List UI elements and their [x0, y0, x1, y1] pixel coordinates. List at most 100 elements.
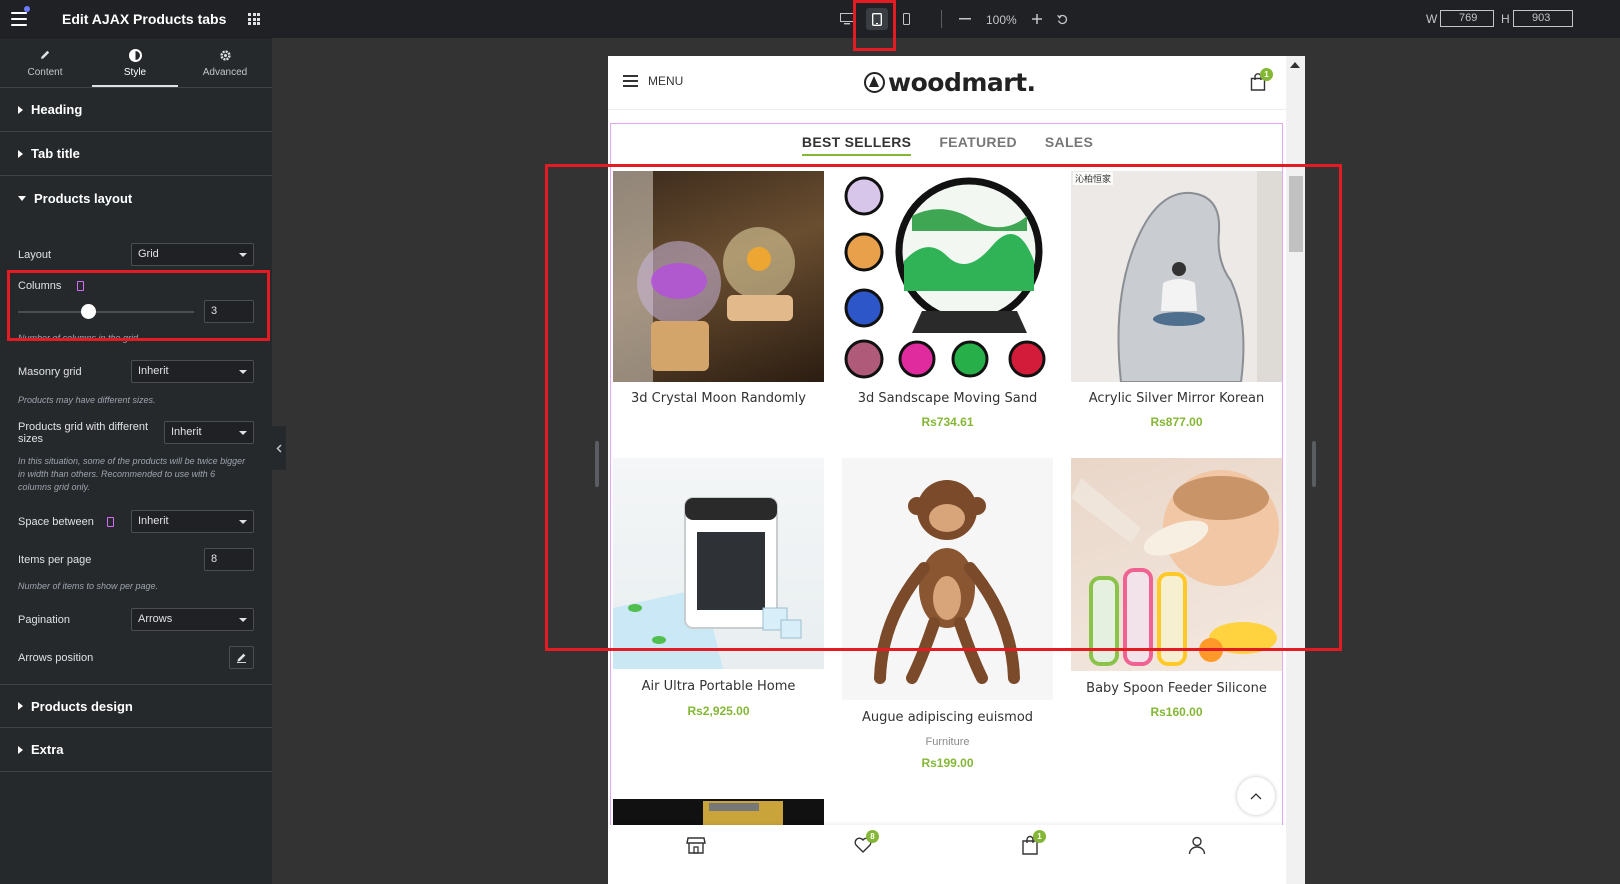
heart-icon[interactable]: 8: [853, 830, 879, 855]
product-name[interactable]: 3d Crystal Moon Randomly: [613, 391, 824, 406]
responsive-toolbar: 100% W 769 H 903: [272, 0, 1620, 38]
masonry-select[interactable]: Inherit: [131, 360, 254, 383]
zoom-out-icon[interactable]: [959, 10, 971, 28]
menu-icon[interactable]: [11, 12, 27, 26]
cart-count-badge: 1: [1260, 68, 1273, 81]
user-icon[interactable]: [1187, 835, 1207, 855]
tab-best-sellers[interactable]: BEST SELLERS: [801, 134, 912, 156]
tree-logo-icon: [864, 72, 885, 93]
columns-slider-handle[interactable]: [80, 304, 96, 319]
resize-handle-right[interactable]: [1312, 441, 1316, 487]
tab-featured[interactable]: FEATURED: [939, 134, 1017, 156]
product-price: Rs734.61: [921, 415, 974, 429]
caret-down-icon: [18, 195, 26, 201]
panel-title: Edit AJAX Products tabs: [62, 11, 227, 27]
tab-sales[interactable]: SALES: [1045, 134, 1093, 156]
tab-advanced[interactable]: Advanced: [180, 38, 270, 87]
product-image[interactable]: [842, 171, 1053, 382]
product-price: Rs877.00: [1150, 415, 1203, 429]
panel-header: Edit AJAX Products tabs: [0, 0, 272, 38]
items-per-page-help: Number of items to show per page.: [18, 581, 159, 591]
section-products-layout-label: Products layout: [34, 190, 133, 206]
mobile-bottom-toolbar: 8 1: [608, 825, 1286, 884]
section-tab-title-label: Tab title: [31, 146, 80, 161]
section-heading[interactable]: Heading: [0, 88, 272, 132]
scroll-up-arrow-icon[interactable]: [1290, 62, 1300, 68]
notification-dot: [24, 6, 30, 12]
space-between-select[interactable]: Inherit: [131, 510, 254, 533]
product-category[interactable]: Furniture: [842, 736, 1053, 748]
product-name[interactable]: 3d Sandscape Moving Sand: [842, 391, 1053, 406]
responsive-tablet-icon[interactable]: [107, 517, 114, 527]
space-between-label: Space between: [18, 516, 94, 528]
tab-content-label: Content: [27, 67, 63, 78]
items-per-page-input[interactable]: 8: [204, 548, 254, 571]
header-cart[interactable]: 1: [1250, 68, 1273, 91]
caret-right-icon: [18, 105, 23, 114]
diff-sizes-select[interactable]: Inherit: [164, 421, 254, 444]
product-price: Rs160.00: [1150, 705, 1203, 719]
product-name[interactable]: Acrylic Silver Mirror Korean: [1071, 391, 1282, 406]
cart-icon[interactable]: 1: [1020, 830, 1046, 855]
columns-slider-track[interactable]: [18, 311, 194, 313]
section-tab-title[interactable]: Tab title: [0, 132, 272, 176]
width-input[interactable]: 769: [1440, 10, 1494, 27]
zoom-in-icon[interactable]: [1032, 10, 1042, 28]
arrows-position-label: Arrows position: [18, 652, 94, 664]
responsive-tablet-icon[interactable]: [77, 281, 84, 291]
height-input[interactable]: 903: [1513, 10, 1573, 27]
pagination-label: Pagination: [18, 614, 70, 626]
columns-input[interactable]: 3: [204, 300, 254, 323]
mobile-menu-button[interactable]: MENU: [623, 74, 683, 88]
product-image[interactable]: [613, 458, 824, 669]
products-tabs: BEST SELLERS FEATURED SALES: [611, 134, 1284, 156]
masonry-help: Products may have different sizes.: [18, 395, 156, 405]
logo-text: woodmart.: [888, 68, 1036, 97]
scroll-to-top-button[interactable]: [1237, 777, 1275, 815]
image-watermark: 沁柏恒家: [1073, 172, 1114, 185]
product-image[interactable]: [842, 458, 1053, 700]
editor-panel: Edit AJAX Products tabs Content Style Ad…: [0, 0, 272, 884]
tablet-icon[interactable]: [866, 8, 888, 30]
wishlist-count-badge: 8: [866, 830, 879, 843]
columns-help: Number of columns in the grid.: [18, 333, 141, 343]
caret-right-icon: [18, 745, 23, 754]
section-extra-label: Extra: [31, 742, 64, 757]
product-name[interactable]: Air Ultra Portable Home: [613, 679, 824, 694]
width-label: W: [1426, 12, 1438, 26]
columns-label: Columns: [18, 280, 62, 292]
mobile-icon[interactable]: [901, 10, 911, 28]
diff-sizes-help: In this situation, some of the products …: [18, 456, 246, 492]
product-image[interactable]: [613, 171, 824, 382]
product-price: Rs199.00: [921, 756, 974, 770]
product-image[interactable]: [1071, 458, 1282, 671]
masonry-label: Masonry grid: [18, 366, 82, 378]
reset-zoom-icon[interactable]: [1057, 10, 1068, 28]
layout-select[interactable]: Grid: [131, 243, 254, 266]
pagination-select[interactable]: Arrows: [131, 608, 254, 631]
items-per-page-label: Items per page: [18, 554, 92, 566]
shop-icon[interactable]: [686, 835, 706, 855]
product-name[interactable]: Baby Spoon Feeder Silicone: [1071, 681, 1282, 696]
section-products-layout[interactable]: Products layout: [0, 176, 272, 220]
preview-frame: MENU woodmart. 1 BEST SELLERS FEATURED S…: [608, 56, 1305, 884]
product-name[interactable]: Augue adipiscing euismod: [842, 710, 1053, 725]
tab-style[interactable]: Style: [90, 38, 180, 87]
widgets-grid-icon[interactable]: [248, 13, 260, 25]
resize-handle-left[interactable]: [595, 441, 599, 487]
menu-icon: [623, 75, 638, 87]
product-image[interactable]: 沁柏恒家: [1071, 171, 1282, 382]
scrollbar-thumb[interactable]: [1289, 176, 1303, 252]
panel-collapse-button[interactable]: [272, 426, 286, 470]
products-tabs-widget: BEST SELLERS FEATURED SALES 3d Crystal M…: [610, 123, 1283, 884]
diff-sizes-label: Products grid with different sizes: [18, 421, 149, 445]
cart-count-badge: 1: [1033, 830, 1046, 843]
site-logo[interactable]: woodmart.: [864, 68, 1036, 97]
section-products-design[interactable]: Products design: [0, 684, 272, 728]
desktop-icon[interactable]: [840, 10, 854, 28]
zoom-level: 100%: [986, 13, 1017, 27]
tab-content[interactable]: Content: [0, 38, 90, 87]
arrows-position-edit-button[interactable]: [229, 646, 254, 669]
section-extra[interactable]: Extra: [0, 728, 272, 772]
height-label: H: [1501, 12, 1510, 26]
